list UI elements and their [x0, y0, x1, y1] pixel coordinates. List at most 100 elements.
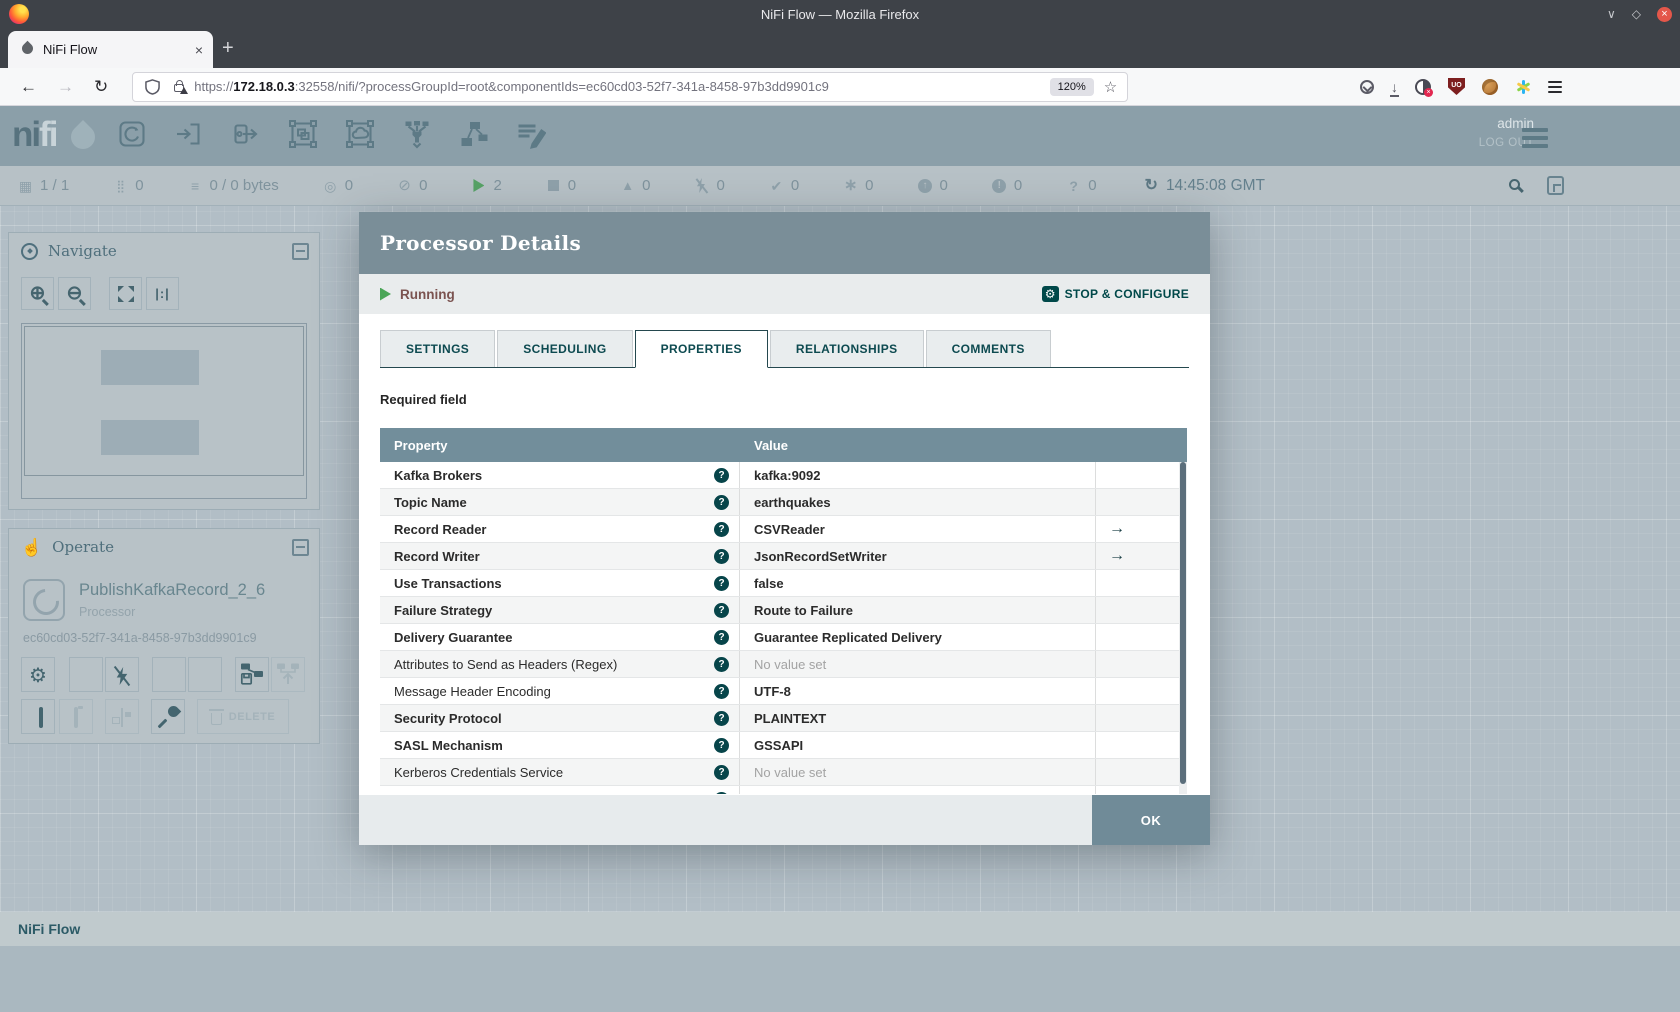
- help-icon[interactable]: ?: [714, 602, 729, 618]
- lock-warning-icon[interactable]: [174, 80, 189, 94]
- help-icon[interactable]: ?: [714, 683, 729, 699]
- browser-menu-icon[interactable]: [1548, 80, 1562, 93]
- zoom-fit-button[interactable]: [109, 277, 142, 310]
- property-value[interactable]: false: [740, 570, 1096, 596]
- property-value[interactable]: JsonRecordSetWriter: [740, 543, 1096, 569]
- downloads-icon[interactable]: ↓: [1390, 80, 1399, 97]
- window-close-icon[interactable]: ×: [1657, 6, 1672, 22]
- property-row[interactable]: Kafka Brokers? kafka:9092: [380, 462, 1187, 489]
- go-to-service-icon[interactable]: →: [1109, 548, 1125, 564]
- ok-button[interactable]: OK: [1092, 795, 1210, 845]
- help-icon[interactable]: ?: [714, 791, 729, 794]
- bookmark-star-icon[interactable]: ☆: [1104, 78, 1117, 96]
- property-row[interactable]: Topic Name? earthquakes: [380, 489, 1187, 516]
- browser-tab[interactable]: NiFi Flow ×: [8, 31, 213, 68]
- property-row[interactable]: Use Transactions? false: [380, 570, 1187, 597]
- property-value[interactable]: No value set: [740, 786, 1096, 794]
- property-value[interactable]: UTF-8: [740, 678, 1096, 704]
- output-port-component-button[interactable]: [229, 118, 263, 154]
- help-icon[interactable]: ?: [714, 575, 729, 591]
- property-row[interactable]: Kerberos Credentials Service? No value se…: [380, 759, 1187, 786]
- property-row[interactable]: Attributes to Send as Headers (Regex)? No…: [380, 651, 1187, 678]
- fill-color-button[interactable]: [151, 699, 185, 734]
- template-component-button[interactable]: [457, 118, 491, 154]
- disable-button[interactable]: [105, 657, 139, 692]
- zoom-actual-button[interactable]: |:|: [146, 277, 179, 310]
- tab-relationships[interactable]: RELATIONSHIPS: [769, 330, 924, 367]
- property-value[interactable]: kafka:9092: [740, 462, 1096, 488]
- property-value[interactable]: Guarantee Replicated Delivery: [740, 624, 1096, 650]
- copy-button[interactable]: [21, 699, 55, 734]
- property-row[interactable]: Failure Strategy? Route to Failure: [380, 597, 1187, 624]
- help-icon[interactable]: ?: [714, 710, 729, 726]
- create-template-button[interactable]: [235, 657, 269, 692]
- property-value[interactable]: No value set: [740, 651, 1096, 677]
- property-row[interactable]: SASL Mechanism? GSSAPI: [380, 732, 1187, 759]
- tab-settings[interactable]: SETTINGS: [380, 330, 496, 367]
- window-maximize-icon[interactable]: ◇: [1632, 8, 1641, 20]
- reload-icon[interactable]: ↻: [94, 77, 108, 97]
- help-icon[interactable]: ?: [714, 764, 729, 780]
- cookie-extension-icon[interactable]: [1482, 78, 1498, 95]
- help-icon[interactable]: ?: [714, 629, 729, 645]
- collapse-operate-icon[interactable]: [292, 538, 309, 556]
- url-bar[interactable]: https://172.18.0.3:32558/nifi/?processGr…: [132, 71, 1129, 102]
- help-icon[interactable]: ?: [714, 494, 729, 510]
- containers-icon[interactable]: [1415, 78, 1433, 97]
- help-icon[interactable]: ?: [714, 548, 729, 564]
- process-group-component-button[interactable]: [286, 118, 320, 154]
- global-menu-icon[interactable]: [1522, 128, 1548, 148]
- start-button[interactable]: [152, 657, 186, 692]
- help-icon[interactable]: ?: [714, 467, 729, 483]
- back-icon[interactable]: ←: [20, 77, 37, 97]
- refresh-icon[interactable]: ↻: [1145, 177, 1158, 194]
- zoom-out-button[interactable]: ⊖: [58, 277, 91, 310]
- help-icon[interactable]: ?: [714, 521, 729, 537]
- stop-and-configure-button[interactable]: ⚙ STOP & CONFIGURE: [1041, 286, 1189, 302]
- help-icon[interactable]: ?: [714, 737, 729, 753]
- pocket-icon[interactable]: [1360, 79, 1374, 94]
- property-value[interactable]: GSSAPI: [740, 732, 1096, 758]
- property-row[interactable]: Record Writer? JsonRecordSetWriter →: [380, 543, 1187, 570]
- search-icon[interactable]: [1509, 179, 1520, 190]
- processor-component-button[interactable]: [115, 118, 149, 154]
- breadcrumb[interactable]: NiFi Flow: [18, 921, 80, 937]
- scrollbar-thumb[interactable]: [1180, 462, 1186, 784]
- help-icon[interactable]: ?: [714, 656, 729, 672]
- tab-comments[interactable]: COMMENTS: [925, 330, 1051, 367]
- page-zoom-badge[interactable]: 120%: [1049, 77, 1094, 96]
- remote-process-group-component-button[interactable]: [343, 118, 377, 154]
- configure-button[interactable]: ⚙: [21, 657, 55, 692]
- stop-button[interactable]: [188, 657, 222, 692]
- input-port-component-button[interactable]: [172, 118, 206, 154]
- property-row[interactable]: Delivery Guarantee? Guarantee Replicated …: [380, 624, 1187, 651]
- tab-properties[interactable]: PROPERTIES: [634, 330, 768, 368]
- tracking-shield-icon[interactable]: [145, 78, 161, 95]
- new-tab-button[interactable]: +: [222, 38, 234, 58]
- property-value[interactable]: No value set: [740, 759, 1096, 785]
- go-to-service-icon[interactable]: →: [1109, 521, 1125, 537]
- table-scrollbar[interactable]: [1179, 462, 1187, 794]
- window-minimize-icon[interactable]: ∨: [1607, 8, 1616, 20]
- tab-scheduling[interactable]: SCHEDULING: [497, 330, 633, 367]
- zoom-in-button[interactable]: ⊕: [21, 277, 54, 310]
- status-item-stopped: 0: [546, 177, 576, 194]
- property-value[interactable]: CSVReader: [740, 516, 1096, 542]
- birdseye-minimap[interactable]: [21, 323, 307, 499]
- property-row[interactable]: Message Header Encoding? UTF-8: [380, 678, 1187, 705]
- property-value[interactable]: PLAINTEXT: [740, 705, 1096, 731]
- ublock-icon[interactable]: UO: [1448, 78, 1465, 95]
- property-value[interactable]: earthquakes: [740, 489, 1096, 515]
- tab-close-icon[interactable]: ×: [195, 42, 203, 58]
- label-component-button[interactable]: [514, 118, 548, 154]
- property-value[interactable]: Route to Failure: [740, 597, 1096, 623]
- bulletin-board-icon[interactable]: [1547, 176, 1564, 195]
- url-text[interactable]: https://172.18.0.3:32558/nifi/?processGr…: [194, 79, 1049, 94]
- property-row[interactable]: Security Protocol? PLAINTEXT: [380, 705, 1187, 732]
- property-row[interactable]: Record Reader? CSVReader →: [380, 516, 1187, 543]
- funnel-component-button[interactable]: [400, 118, 434, 154]
- collapse-navigate-icon[interactable]: [292, 242, 309, 260]
- extension-asterisk-icon[interactable]: [1515, 79, 1531, 95]
- enable-button[interactable]: [69, 657, 103, 692]
- property-row[interactable]: Kerberos Service Name? No value set: [380, 786, 1187, 794]
